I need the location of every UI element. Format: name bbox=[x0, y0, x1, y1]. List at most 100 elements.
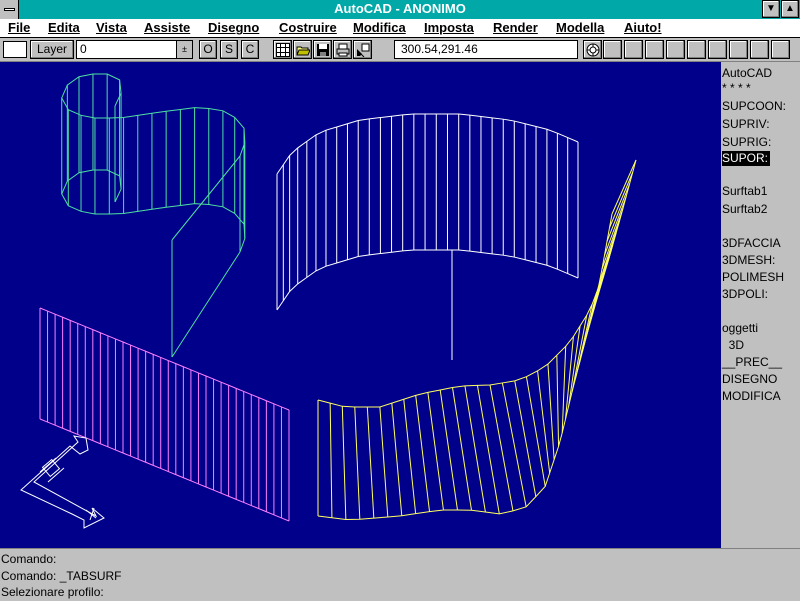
screen-menu-3d[interactable]: 3D bbox=[722, 338, 744, 353]
yellow-rule bbox=[606, 184, 630, 242]
yellow-rule bbox=[415, 395, 431, 512]
menu-aiuto[interactable]: Aiuto! bbox=[624, 20, 662, 35]
grid-icon bbox=[276, 43, 290, 57]
layer-button[interactable]: Layer bbox=[30, 40, 74, 59]
screen-menu-suprig[interactable]: SUPRIG: bbox=[722, 135, 771, 150]
white-top-edge bbox=[276, 113, 579, 175]
yellow-rule bbox=[537, 370, 551, 474]
yellow-top-edge bbox=[317, 159, 637, 408]
cyan-path-line bbox=[171, 251, 241, 358]
yellow-rule bbox=[354, 406, 361, 520]
menu-imposta[interactable]: Imposta bbox=[424, 20, 474, 35]
screen-menu-stars[interactable]: * * * * bbox=[722, 81, 751, 96]
toolbar-slot-8[interactable] bbox=[750, 40, 769, 59]
yellow-rule bbox=[329, 403, 333, 518]
screen-menu-3dmesh[interactable]: 3DMESH: bbox=[722, 253, 775, 268]
white-bottom-edge bbox=[276, 249, 579, 311]
open-folder-icon bbox=[296, 46, 310, 56]
window-title: AutoCAD - ANONIMO bbox=[334, 1, 466, 16]
toolbar-slot-9[interactable] bbox=[771, 40, 790, 59]
save-button[interactable] bbox=[313, 40, 332, 59]
yellow-rule bbox=[547, 364, 555, 460]
command-line-3: Selezionare profilo: bbox=[1, 585, 104, 599]
yellow-rule bbox=[427, 392, 444, 511]
yellow-rule bbox=[601, 208, 624, 270]
white-curved-surface bbox=[276, 113, 579, 311]
aerial-view-icon bbox=[586, 43, 600, 57]
grid-button[interactable] bbox=[273, 40, 292, 59]
yellow-rule bbox=[366, 406, 375, 519]
screen-menu-polimesh[interactable]: POLIMESH bbox=[722, 270, 784, 285]
screen-menu-supriv[interactable]: SUPRIV: bbox=[722, 117, 770, 132]
screen-menu-supor[interactable]: SUPOR: bbox=[722, 151, 771, 166]
screen-menu-disegno[interactable]: DISEGNO bbox=[722, 372, 777, 387]
ortho-button[interactable]: O bbox=[199, 40, 217, 59]
drawing-svg bbox=[20, 73, 637, 529]
coords-button[interactable]: C bbox=[241, 40, 259, 59]
toolbar-slot-2[interactable] bbox=[624, 40, 643, 59]
cyan-tabulated-surface bbox=[61, 73, 246, 358]
yellow-rule bbox=[501, 382, 527, 507]
screen-menu-3dpoli[interactable]: 3DPOLI: bbox=[722, 287, 768, 302]
toolbar-slot-7[interactable] bbox=[729, 40, 748, 59]
screen-menu-oggetti[interactable]: oggetti bbox=[722, 321, 758, 336]
screen-menu-modifica[interactable]: MODIFICA bbox=[722, 389, 781, 404]
toolbar-slot-3[interactable] bbox=[645, 40, 664, 59]
toolbar: Layer 0 ± O S C 300.54,291.46 bbox=[0, 38, 800, 62]
yellow-rule bbox=[439, 389, 458, 511]
menu-edita[interactable]: Edita bbox=[48, 20, 80, 35]
snap-button[interactable]: S bbox=[220, 40, 238, 59]
maximize-button[interactable]: ▲ bbox=[781, 0, 799, 18]
minimize-button[interactable]: ▼ bbox=[762, 0, 780, 18]
pointer-button[interactable] bbox=[353, 40, 372, 59]
menu-render[interactable]: Render bbox=[493, 20, 538, 35]
cyan-top-edge bbox=[61, 73, 246, 157]
screen-menu-supcoon[interactable]: SUPCOON: bbox=[722, 99, 786, 114]
toolbar-slot-5[interactable] bbox=[687, 40, 706, 59]
screen-menu: AutoCAD * * * * SUPCOON: SUPRIV: SUPRIG:… bbox=[721, 62, 800, 548]
menu-file[interactable]: File bbox=[8, 20, 30, 35]
yellow-rule bbox=[525, 376, 546, 487]
open-button[interactable] bbox=[293, 40, 312, 59]
menu-assiste[interactable]: Assiste bbox=[144, 20, 190, 35]
menu-disegno[interactable]: Disegno bbox=[208, 20, 259, 35]
yellow-rule bbox=[403, 399, 417, 514]
color-swatch-button[interactable] bbox=[3, 41, 27, 58]
yellow-rule bbox=[379, 406, 389, 518]
menu-bar: File Edita Vista Assiste Disegno Costrui… bbox=[0, 19, 800, 38]
screen-menu-surftab1[interactable]: Surftab1 bbox=[722, 184, 767, 199]
magenta-ruled-surface bbox=[39, 307, 290, 522]
screen-menu-surftab2[interactable]: Surftab2 bbox=[722, 202, 767, 217]
yellow-rule bbox=[595, 232, 617, 297]
drawing-area[interactable] bbox=[0, 62, 721, 548]
cyan-path-line bbox=[171, 155, 241, 241]
yellow-rule bbox=[556, 355, 560, 447]
title-bar: AutoCAD - ANONIMO ▼ ▲ bbox=[0, 0, 800, 20]
menu-costruire[interactable]: Costruire bbox=[279, 20, 337, 35]
pointer-icon bbox=[357, 43, 370, 57]
screen-menu-prec[interactable]: __PREC__ bbox=[722, 355, 782, 370]
yellow-wavy-surface bbox=[317, 159, 637, 520]
coordinate-display: 300.54,291.46 bbox=[394, 40, 578, 59]
aerial-view-button[interactable] bbox=[583, 40, 602, 59]
toolbar-slot-4[interactable] bbox=[666, 40, 685, 59]
layer-value: 0 bbox=[80, 42, 87, 56]
command-line-2: Comando: _TABSURF bbox=[1, 569, 122, 583]
command-area[interactable]: Comando: Comando: _TABSURF Selezionare p… bbox=[0, 548, 800, 601]
save-disk-icon bbox=[317, 44, 329, 56]
menu-modifica[interactable]: Modifica bbox=[353, 20, 406, 35]
cyan-bottom-edge bbox=[61, 169, 246, 253]
layer-select[interactable]: 0 ± bbox=[76, 40, 193, 59]
print-icon bbox=[336, 43, 350, 57]
toolbar-slot-6[interactable] bbox=[708, 40, 727, 59]
yellow-rule bbox=[609, 171, 634, 228]
menu-modella[interactable]: Modella bbox=[556, 20, 604, 35]
menu-vista[interactable]: Vista bbox=[96, 20, 127, 35]
print-button[interactable] bbox=[333, 40, 352, 59]
screen-menu-3dfaccia[interactable]: 3DFACCIA bbox=[722, 236, 781, 251]
dropdown-arrow-icon[interactable]: ± bbox=[176, 41, 192, 58]
toolbar-slot-1[interactable] bbox=[603, 40, 622, 59]
screen-menu-autocad[interactable]: AutoCAD bbox=[722, 66, 772, 81]
yellow-rule bbox=[341, 406, 347, 520]
command-line-1: Comando: bbox=[1, 552, 57, 566]
